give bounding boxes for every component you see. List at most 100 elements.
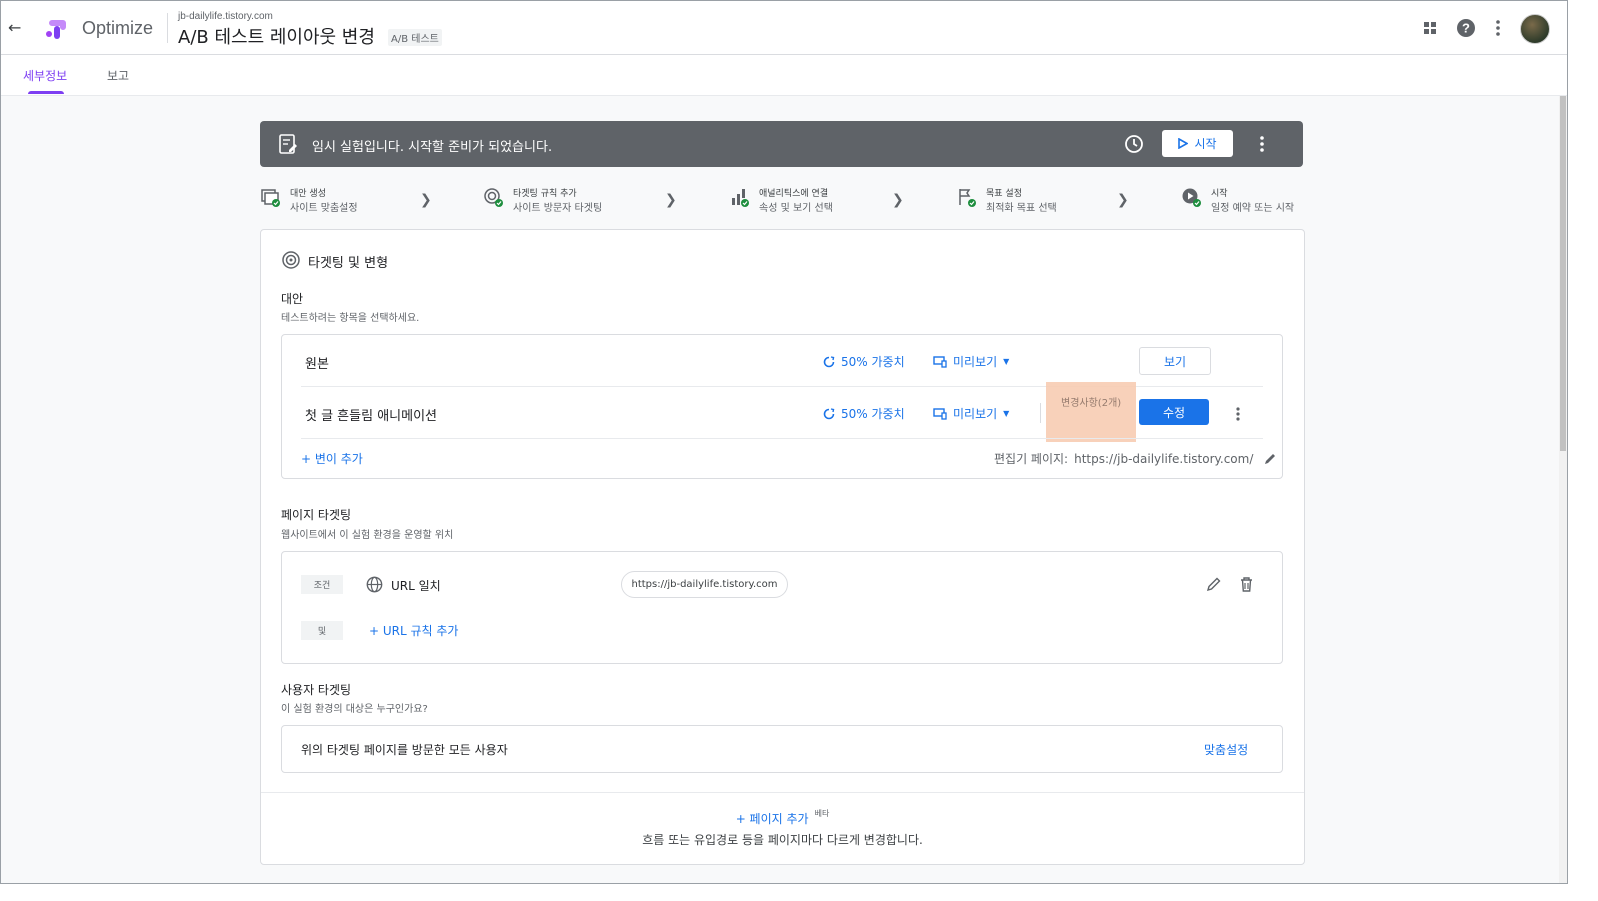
dropdown-arrow-icon: ▼ [1003,357,1010,366]
preview-label: 미리보기 [953,407,998,421]
add-page-area: + 페이지 추가 베타 [261,808,1304,827]
app-name: Optimize [82,18,154,38]
chevron-right-icon: ❯ [892,192,904,208]
variants-hint: 테스트하려는 항목을 선택하세요. [281,313,420,324]
url-rule-value[interactable]: https://jb-dailylife.tistory.com [621,571,788,598]
user-targeting-label: 사용자 타겟팅 [281,683,352,697]
tab-details[interactable]: 세부정보 [23,67,67,84]
targeting-variants-card: 타겟팅 및 변형 대안 테스트하려는 항목을 선택하세요. 원본 50% 가중치… [260,229,1305,865]
play-icon [1178,138,1189,149]
chevron-right-icon: ❯ [1117,192,1129,208]
target-icon [282,251,300,269]
experiment-title[interactable]: A/B 테스트 레이아웃 변경 [178,23,375,49]
page-targeting-hint: 웹사이트에서 이 실험 환경을 운영할 위치 [281,530,454,541]
step-subtitle: 일정 예약 또는 시작 [1211,203,1295,214]
step-title: 애널리틱스에 연결 [759,189,829,199]
more-vert-icon[interactable] [1486,16,1510,40]
variants-box: 원본 50% 가중치 미리보기 ▼ 보기 첫 글 흔들림 애니메이션 50% 가… [281,334,1283,479]
condition-chip: 조건 [301,575,343,594]
banner-more-icon[interactable] [1254,133,1270,155]
chevron-right-icon: ❯ [420,192,432,208]
variant-weight[interactable]: 50% 가중치 [823,353,905,370]
editor-page-label: 편집기 페이지: [994,452,1069,466]
account-avatar[interactable] [1520,14,1550,44]
variant-name: 첫 글 흔들림 애니메이션 [305,409,437,424]
user-targeting-box: 위의 타겟팅 페이지를 방문한 모든 사용자 맞춤설정 [281,725,1283,773]
add-variant-link[interactable]: + 변이 추가 [301,450,363,467]
tab-bar: 세부정보 보고 [1,55,1567,96]
row-vertical-divider [1040,403,1041,423]
page-targeting-box: 조건 URL 일치 https://jb-dailylife.tistory.c… [281,551,1283,664]
weight-sync-icon [823,407,835,419]
schedule-clock-icon[interactable] [1123,133,1145,155]
changes-count-link[interactable]: 변경사항(2개) [1046,382,1136,442]
delete-trash-icon[interactable] [1239,576,1254,592]
app-window: ← Optimize jb-dailylife.tistory.com A/B … [0,0,1568,884]
variants-icon [261,189,280,207]
targeting-icon [484,188,503,207]
edit-pencil-icon[interactable] [1206,576,1222,592]
section-title: 타겟팅 및 변형 [308,256,389,271]
analytics-icon [732,189,749,207]
experiment-type-badge: A/B 테스트 [388,29,442,46]
banner-status-text: 임시 실험입니다. 시작할 준비가 되었습니다. [312,140,553,155]
tab-reports[interactable]: 보고 [107,67,129,84]
variant-more-icon[interactable] [1231,405,1245,423]
variants-label: 대안 [281,292,304,306]
customize-link[interactable]: 맞춤설정 [1204,741,1248,758]
active-tab-indicator [28,91,64,94]
draft-status-banner: 임시 실험입니다. 시작할 준비가 되었습니다. 시작 [260,121,1303,167]
preview-label: 미리보기 [953,355,998,369]
variant-weight[interactable]: 50% 가중치 [823,405,905,422]
dropdown-arrow-icon: ▼ [1003,409,1010,418]
edit-variant-button[interactable]: 수정 [1139,399,1209,425]
step-subtitle: 속성 및 보기 선택 [759,203,833,214]
weight-sync-icon [823,355,835,367]
chevron-right-icon: ❯ [665,192,677,208]
svg-text:?: ? [1462,21,1470,36]
user-targeting-hint: 이 실험 환경의 대상은 누구인가요? [281,704,428,715]
page-targeting-label: 페이지 타겟팅 [281,508,352,522]
top-bar: ← Optimize jb-dailylife.tistory.com A/B … [1,1,1567,55]
view-original-button[interactable]: 보기 [1139,347,1211,375]
play-icon [1182,188,1201,207]
editor-page-url: https://jb-dailylife.tistory.com/ [1074,451,1254,466]
add-page-hint: 흐름 또는 유입경로 등을 페이지마다 다르게 변경합니다. [642,833,923,847]
globe-icon [366,576,383,593]
start-button[interactable]: 시작 [1162,130,1233,157]
editor-page-info: 편집기 페이지: https://jb-dailylife.tistory.co… [994,450,1277,467]
header-divider [167,13,168,43]
step-title: 목표 설정 [986,189,1022,199]
optimize-logo-icon [46,20,66,39]
add-url-rule-link[interactable]: + URL 규칙 추가 [369,622,458,639]
edit-pencil-icon[interactable] [1263,452,1277,466]
scrollbar-thumb[interactable] [1560,96,1566,451]
devices-icon [933,355,947,368]
devices-icon [933,407,947,420]
step-subtitle: 사이트 방문자 타겟팅 [513,203,603,214]
step-title: 시작 [1211,189,1228,199]
weight-label: 50% 가중치 [841,407,905,421]
url-match-label: URL 일치 [391,579,441,593]
container-domain[interactable]: jb-dailylife.tistory.com [178,11,273,22]
draft-document-icon [279,134,297,154]
goal-flag-icon [959,189,976,207]
step-subtitle: 최적화 목표 선택 [986,203,1057,214]
variant-name: 원본 [305,357,329,372]
beta-badge: 베타 [814,809,830,818]
weight-label: 50% 가중치 [841,355,905,369]
start-button-label: 시작 [1194,137,1217,151]
step-subtitle: 사이트 맞춤설정 [290,203,358,214]
setup-steps: 대안 생성 사이트 맞춤설정 ❯ 타겟팅 규칙 추가 사이트 방문자 타겟팅 ❯… [260,183,1303,215]
preview-dropdown[interactable]: 미리보기 ▼ [933,405,1009,422]
user-targeting-rule: 위의 타겟팅 페이지를 방문한 모든 사용자 [301,743,508,757]
help-icon[interactable]: ? [1454,16,1478,40]
and-chip: 및 [301,621,343,640]
back-arrow-icon[interactable]: ← [8,18,21,37]
apps-grid-icon[interactable] [1418,16,1442,40]
step-title: 타겟팅 규칙 추가 [513,189,577,199]
card-footer-divider [261,792,1304,793]
row-divider [301,438,1263,439]
preview-dropdown[interactable]: 미리보기 ▼ [933,353,1009,370]
add-page-link[interactable]: + 페이지 추가 [736,812,809,826]
